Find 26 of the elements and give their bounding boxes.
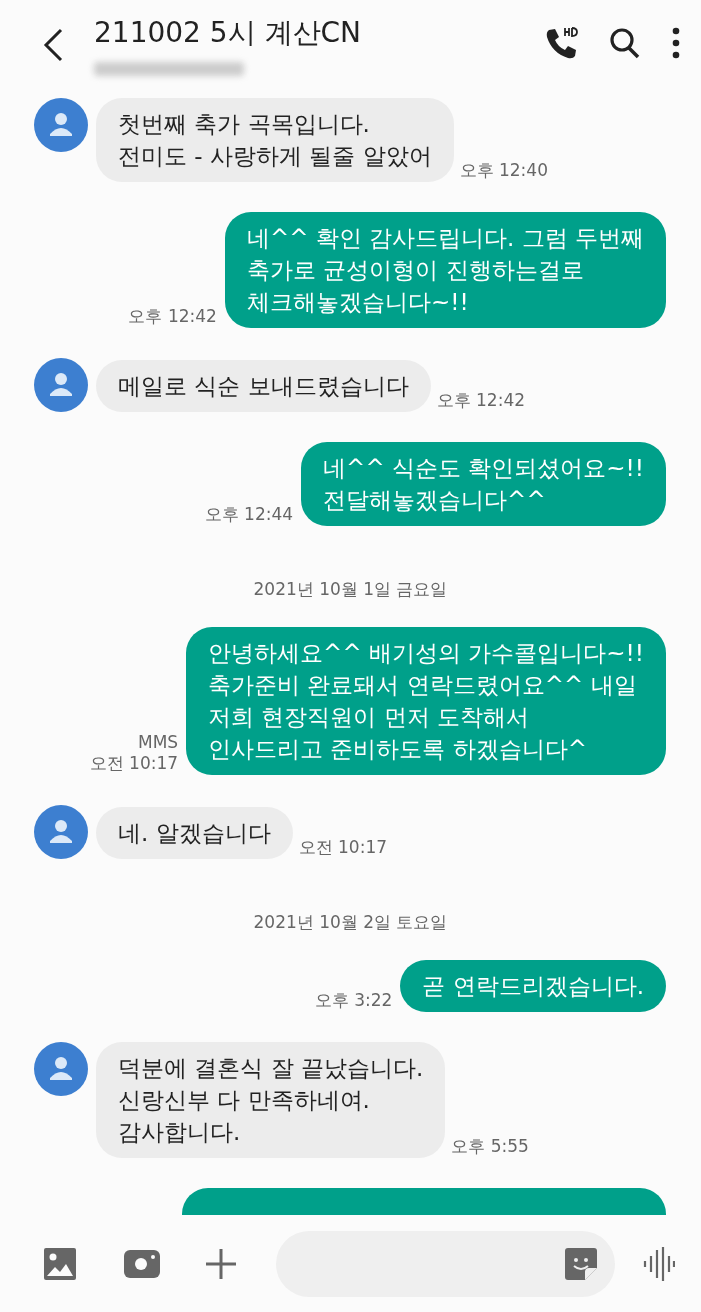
date-separator: 2021년 10월 1일 금요일 [253, 578, 448, 601]
conversation-title: 211002 5시 계산CN [94, 15, 362, 51]
date-separator: 2021년 10월 2일 토요일 [253, 911, 448, 934]
camera-button[interactable] [124, 1249, 160, 1278]
message-bubble[interactable]: 네. 알겠습니다 [96, 807, 293, 859]
gallery-button[interactable] [44, 1247, 76, 1280]
message-time: 오후 5:55 [451, 1135, 529, 1158]
voice-record-button[interactable] [643, 1246, 675, 1281]
message-time: 오전 10:17 [298, 836, 388, 859]
add-button[interactable] [206, 1248, 236, 1279]
message-bubble[interactable]: 메일로 식순 보내드렸습니다 [96, 360, 431, 412]
message-time: 오후 12:40 [459, 159, 548, 182]
message-time: 오후 3:22 [314, 989, 393, 1012]
message-bubble[interactable] [182, 1188, 666, 1215]
message-time: 오후 12:42 [436, 389, 526, 412]
sticker-icon[interactable] [565, 1247, 597, 1280]
avatar-icon[interactable] [34, 805, 88, 859]
avatar-icon[interactable] [34, 1042, 88, 1096]
message-time: 오후 12:44 [204, 503, 294, 526]
message-time: 오전 10:17 [89, 752, 179, 775]
message-time: 오후 12:42 [128, 305, 217, 328]
message-bubble[interactable]: 첫번째 축가 곡목입니다. 전미도 - 사랑하게 될줄 알았어 [96, 98, 454, 182]
message-bubble[interactable]: 덕분에 결혼식 잘 끝났습니다. 신랑신부 다 만족하네여. 감사합니다. [96, 1042, 446, 1158]
avatar-icon[interactable] [34, 98, 88, 152]
avatar-icon[interactable] [34, 358, 88, 412]
message-type-label: MMS [137, 732, 179, 752]
